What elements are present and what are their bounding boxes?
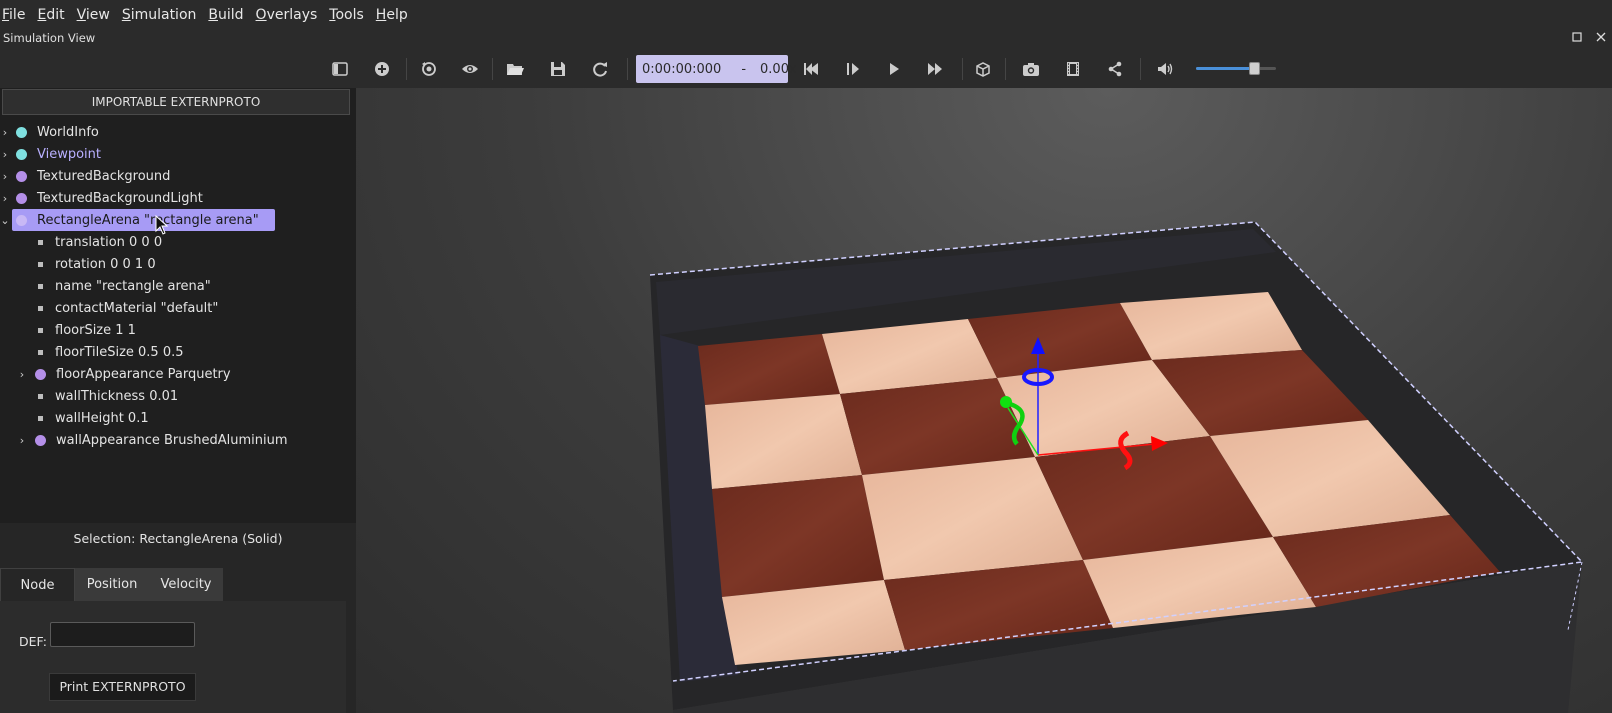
- tree-field[interactable]: name "rectangle arena": [38, 275, 211, 297]
- reset-simulation-icon[interactable]: [798, 57, 824, 81]
- field-label: wallThickness 0.01: [55, 388, 179, 404]
- view-visibility-icon[interactable]: [457, 57, 483, 81]
- menu-view[interactable]: View: [73, 0, 118, 30]
- chevron-right-icon[interactable]: ›: [17, 368, 27, 381]
- chevron-right-icon[interactable]: ›: [0, 148, 10, 161]
- view-title: Simulation View: [3, 31, 96, 45]
- field-label: translation 0 0 0: [55, 234, 163, 250]
- volume-slider-fill: [1196, 67, 1256, 70]
- screenshot-icon[interactable]: [1018, 57, 1044, 81]
- record-movie-icon[interactable]: [1060, 57, 1086, 81]
- node-dot-icon: [16, 170, 27, 182]
- view-title-bar: Simulation View: [0, 30, 1612, 50]
- maximize-icon[interactable]: [1568, 30, 1586, 48]
- tree-node-label: TexturedBackground: [37, 168, 171, 184]
- share-icon[interactable]: [1102, 57, 1128, 81]
- chevron-right-icon[interactable]: ›: [17, 434, 27, 447]
- menu-help[interactable]: Help: [372, 0, 416, 30]
- chevron-right-icon[interactable]: ›: [0, 170, 10, 183]
- field-bullet-icon: [38, 239, 43, 245]
- node-dot-icon: [16, 214, 27, 226]
- tree-field[interactable]: translation 0 0 0: [38, 231, 162, 253]
- importable-externproto-button[interactable]: IMPORTABLE EXTERNPROTO: [2, 89, 350, 115]
- mouse-cursor-icon: [155, 215, 169, 235]
- def-input[interactable]: [50, 622, 195, 647]
- field-bullet-icon: [38, 393, 43, 399]
- tree-field[interactable]: rotation 0 0 1 0: [38, 253, 156, 275]
- field-label: floorTileSize 0.5 0.5: [55, 344, 184, 360]
- field-bullet-icon: [38, 327, 43, 333]
- field-label: floorAppearance Parquetry: [56, 366, 231, 382]
- menu-bar: File Edit View Simulation Build Overlays…: [0, 0, 1612, 30]
- node-dot-icon: [16, 192, 27, 204]
- simulation-speed: 0.00x: [760, 61, 797, 77]
- menu-overlays[interactable]: Overlays: [252, 0, 326, 30]
- save-world-icon[interactable]: [545, 57, 571, 81]
- field-bullet-icon: [38, 415, 43, 421]
- field-bullet-icon: [38, 283, 43, 289]
- selection-label: Selection: RectangleArena (Solid): [73, 531, 283, 546]
- print-externproto-button[interactable]: Print EXTERNPROTO: [49, 673, 196, 701]
- tree-node-label: WorldInfo: [37, 124, 99, 140]
- tree-node-label: RectangleArena "rectangle arena": [37, 212, 259, 228]
- tree-node-label: TexturedBackgroundLight: [37, 190, 203, 206]
- simulation-time: 0:00:00:000: [642, 61, 722, 77]
- field-label: wallHeight 0.1: [55, 410, 149, 426]
- reset-viewpoint-icon[interactable]: [416, 57, 442, 81]
- field-label: rotation 0 0 1 0: [55, 256, 156, 272]
- node-dot-icon: [35, 368, 46, 380]
- field-label: name "rectangle arena": [55, 278, 211, 294]
- field-label: wallAppearance BrushedAluminium: [56, 432, 288, 448]
- tab-velocity[interactable]: Velocity: [149, 568, 223, 601]
- open-world-icon[interactable]: [502, 57, 528, 81]
- tree-node-label: Viewpoint: [37, 146, 102, 162]
- field-bullet-icon: [38, 349, 43, 355]
- chevron-right-icon[interactable]: ›: [0, 126, 10, 139]
- toolbar: [0, 50, 1612, 88]
- volume-slider-thumb[interactable]: [1249, 62, 1260, 75]
- tab-node[interactable]: Node: [0, 568, 75, 601]
- field-label: contactMaterial "default": [55, 300, 219, 316]
- menu-simulation[interactable]: Simulation: [118, 0, 205, 30]
- play-icon[interactable]: [881, 57, 907, 81]
- close-icon[interactable]: [1592, 30, 1610, 48]
- toggle-scene-tree-icon[interactable]: [327, 57, 353, 81]
- add-node-icon[interactable]: [369, 57, 395, 81]
- node-dot-icon: [16, 148, 27, 160]
- def-label: DEF:: [19, 634, 47, 649]
- reload-world-icon[interactable]: [587, 57, 613, 81]
- tree-field[interactable]: floorTileSize 0.5 0.5: [38, 341, 184, 363]
- 3d-viewport[interactable]: [356, 88, 1612, 713]
- step-icon[interactable]: [840, 57, 866, 81]
- menu-build[interactable]: Build: [204, 0, 251, 30]
- node-dot-icon: [16, 126, 27, 138]
- menu-tools[interactable]: Tools: [325, 0, 372, 30]
- field-bullet-icon: [38, 261, 43, 267]
- simulation-time-display: 0:00:00:000 - 0.00x: [636, 55, 797, 83]
- volume-slider[interactable]: [1196, 67, 1276, 70]
- field-bullet-icon: [38, 305, 43, 311]
- volume-icon[interactable]: [1152, 57, 1178, 81]
- chevron-down-icon[interactable]: ⌄: [0, 214, 10, 227]
- arena-scene: [649, 221, 1584, 713]
- tree-field[interactable]: wallThickness 0.01: [38, 385, 178, 407]
- node-tab-pane: DEF: Print EXTERNPROTO: [0, 601, 346, 713]
- tree-field[interactable]: wallHeight 0.1: [38, 407, 149, 429]
- tab-position[interactable]: Position: [75, 568, 149, 601]
- menu-file[interactable]: File: [0, 0, 33, 30]
- menu-edit[interactable]: Edit: [33, 0, 72, 30]
- fast-forward-icon[interactable]: [922, 57, 948, 81]
- field-editor: Selection: RectangleArena (Solid) Node P…: [0, 523, 356, 713]
- tree-field[interactable]: floorSize 1 1: [38, 319, 136, 341]
- tree-node-rectanglearena[interactable]: ⌄ RectangleArena "rectangle arena": [0, 209, 275, 231]
- tree-field[interactable]: contactMaterial "default": [38, 297, 218, 319]
- time-separator: -: [741, 61, 747, 77]
- chevron-right-icon[interactable]: ›: [0, 192, 10, 205]
- rendering-mode-icon[interactable]: [970, 57, 996, 81]
- node-dot-icon: [35, 434, 46, 446]
- field-label: floorSize 1 1: [55, 322, 136, 338]
- scene-tree-panel: IMPORTABLE EXTERNPROTO › WorldInfo › Vie…: [0, 88, 356, 713]
